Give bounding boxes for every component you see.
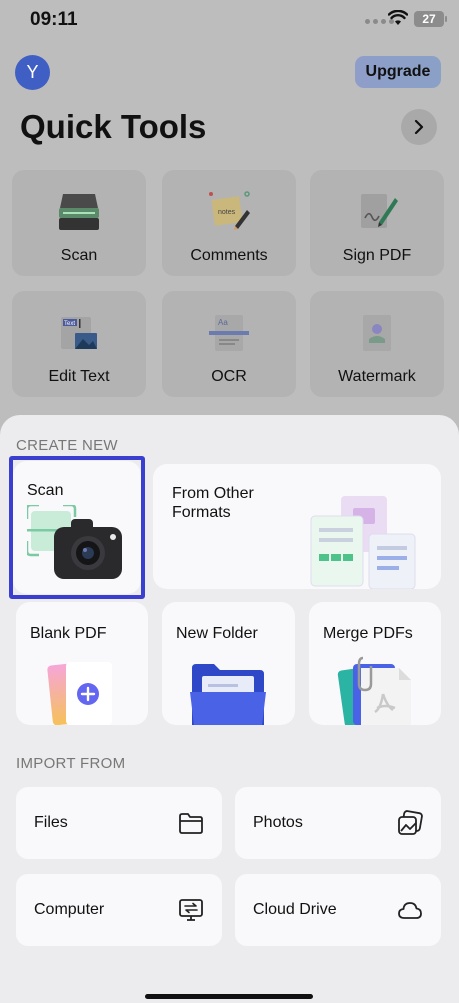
tool-ocr[interactable]: Aa OCR	[162, 291, 296, 397]
card-label-line2: Formats	[172, 504, 231, 521]
import-label: Computer	[34, 901, 105, 918]
section-heading-import-from: IMPORT FROM	[16, 755, 126, 772]
camera-icon	[27, 505, 122, 579]
scanner-icon	[59, 194, 99, 230]
card-label: From Other Formats	[172, 484, 254, 522]
import-label: Files	[34, 814, 68, 831]
blank-pdf-icon	[47, 662, 112, 725]
tool-comments[interactable]: notes Comments	[162, 170, 296, 276]
status-time: 09:11	[30, 9, 78, 30]
tool-label: Sign PDF	[342, 247, 412, 264]
card-label-line1: From Other	[172, 485, 254, 502]
tool-sign-pdf[interactable]: Sign PDF	[310, 170, 444, 276]
create-from-other-formats-card[interactable]: From Other Formats	[153, 464, 441, 589]
more-tools-button[interactable]	[401, 109, 437, 145]
svg-text:notes: notes	[218, 209, 236, 216]
tool-label: Scan	[60, 247, 98, 264]
watermark-icon	[363, 315, 391, 351]
edit-text-icon: Text	[61, 317, 97, 349]
import-files-button[interactable]: Files	[16, 787, 222, 859]
card-label: Scan	[27, 482, 64, 499]
signature-icon	[361, 194, 398, 228]
import-label: Cloud Drive	[253, 901, 337, 918]
svg-text:Text: Text	[64, 321, 75, 327]
sticky-note-icon: notes	[209, 191, 250, 230]
tool-label: Comments	[190, 247, 268, 264]
avatar[interactable]: Y	[15, 55, 50, 90]
tool-label: OCR	[211, 368, 247, 385]
photos-icon	[398, 810, 423, 835]
card-label: Merge PDFs	[323, 625, 413, 642]
tool-watermark[interactable]: Watermark	[310, 291, 444, 397]
import-label: Photos	[253, 814, 303, 831]
import-cloud-drive-button[interactable]: Cloud Drive	[235, 874, 441, 946]
card-label: Blank PDF	[30, 625, 107, 642]
battery-icon: 27	[414, 11, 447, 27]
tool-edit-text[interactable]: Text Edit Text	[12, 291, 146, 397]
computer-transfer-icon	[179, 899, 203, 921]
import-photos-button[interactable]: Photos	[235, 787, 441, 859]
wifi-icon	[388, 10, 408, 25]
section-heading-create-new: CREATE NEW	[16, 437, 118, 454]
folder-icon	[179, 813, 203, 834]
merge-pdfs-icon	[337, 656, 411, 725]
chevron-right-icon	[414, 119, 424, 135]
page-title: Quick Tools	[20, 108, 207, 145]
create-blank-pdf-card[interactable]: Blank PDF	[16, 602, 148, 725]
card-label: New Folder	[176, 625, 258, 642]
file-formats-icon	[310, 496, 416, 589]
tool-label: Watermark	[338, 368, 416, 385]
create-new-folder-card[interactable]: New Folder	[162, 602, 295, 725]
ocr-icon: Aa	[209, 315, 249, 351]
new-folder-icon	[190, 664, 266, 725]
create-merge-pdfs-card[interactable]: Merge PDFs	[309, 602, 441, 725]
svg-text:Aa: Aa	[218, 318, 228, 327]
tool-label: Edit Text	[48, 368, 110, 385]
status-bar: 09:11 27	[0, 0, 459, 40]
import-computer-button[interactable]: Computer	[16, 874, 222, 946]
cloud-icon	[398, 902, 422, 919]
home-indicator[interactable]	[145, 994, 313, 999]
create-scan-card[interactable]: Scan	[13, 461, 141, 594]
tool-scan[interactable]: Scan	[12, 170, 146, 276]
upgrade-button[interactable]: Upgrade	[355, 56, 441, 88]
